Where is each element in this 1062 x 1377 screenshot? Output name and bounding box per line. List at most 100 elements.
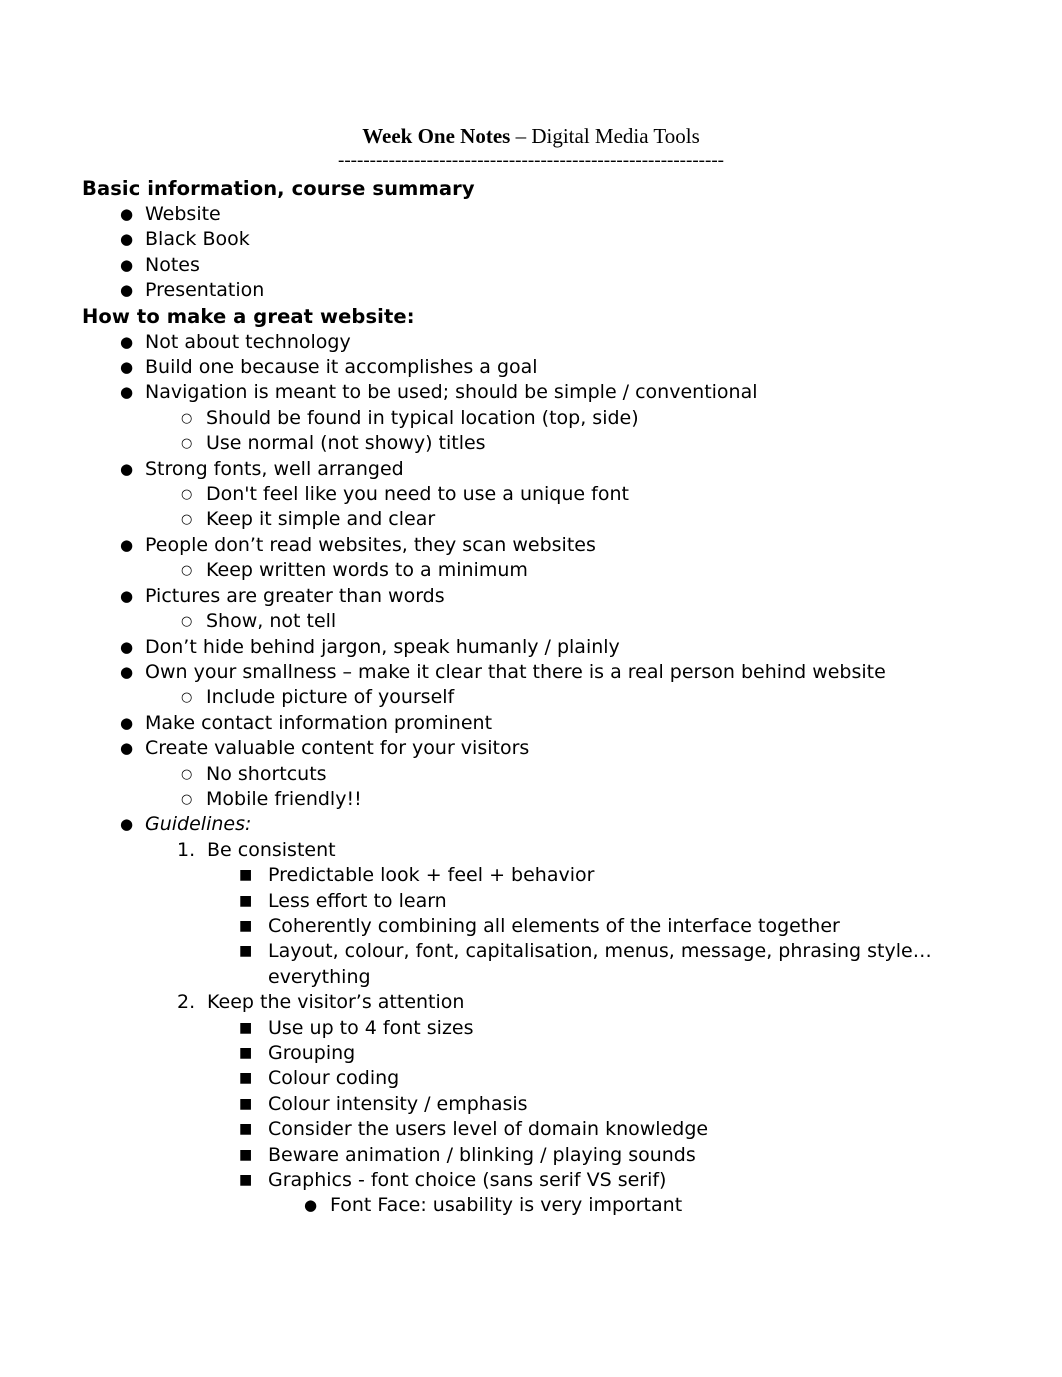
list-bullet-icon: ● bbox=[120, 255, 134, 274]
list-item-label: Keep it simple and clear bbox=[206, 508, 436, 531]
list-item: ■ Colour coding bbox=[82, 1066, 982, 1091]
list-bullet-icon: ■ bbox=[239, 1172, 253, 1189]
list-bullet-icon: ○ bbox=[181, 436, 193, 452]
list-item: 2. Keep the visitor’s attention bbox=[82, 990, 982, 1015]
list-item: ● Presentation bbox=[82, 278, 982, 303]
list-item-label: Own your smallness – make it clear that … bbox=[145, 660, 886, 683]
list-item-label: Predictable look + feel + behavior bbox=[268, 864, 595, 887]
list-item-label: Keep written words to a minimum bbox=[206, 559, 528, 582]
list-bullet-icon: ● bbox=[120, 815, 134, 834]
list-bullet-icon: ○ bbox=[181, 791, 193, 807]
list-bullet-icon: ● bbox=[120, 332, 134, 351]
list-item: ● Not about technology bbox=[82, 330, 982, 355]
list-item-label: Colour coding bbox=[268, 1067, 400, 1090]
list-bullet-icon: ○ bbox=[181, 690, 193, 706]
list-item: ■ Use up to 4 font sizes bbox=[82, 1016, 982, 1041]
section-header: Basic information, course summary bbox=[82, 177, 475, 200]
list-item-label: Less effort to learn bbox=[268, 889, 447, 912]
list-bullet-icon: ○ bbox=[181, 512, 193, 528]
list-bullet-icon: ● bbox=[304, 1196, 318, 1215]
list-item-label: Include picture of yourself bbox=[206, 686, 455, 709]
list-item-label: Black Book bbox=[145, 228, 250, 251]
list-item: ● Pictures are greater than words bbox=[82, 584, 982, 609]
list-bullet-icon: ● bbox=[120, 383, 134, 402]
list-bullet-icon: ○ bbox=[181, 487, 193, 503]
list-item: ■ Predictable look + feel + behavior bbox=[82, 863, 982, 888]
list-item: ■ Consider the users level of domain know… bbox=[82, 1117, 982, 1142]
list-bullet-icon: ● bbox=[120, 713, 134, 732]
list-bullet-icon: ● bbox=[120, 281, 134, 300]
list-item-label: Graphics - font choice (sans serif VS se… bbox=[268, 1169, 667, 1192]
list-item-label: Notes bbox=[145, 253, 200, 276]
list-item-label: Strong fonts, well arranged bbox=[145, 457, 404, 480]
list-item: ○ Show, not tell bbox=[82, 609, 982, 634]
list-item: ○ Keep it simple and clear bbox=[82, 507, 982, 532]
list-bullet-icon: ■ bbox=[239, 943, 253, 960]
list-item: ○ Keep written words to a minimum bbox=[82, 558, 982, 583]
list-bullet-icon: ■ bbox=[239, 1095, 253, 1112]
list-bullet-icon: ■ bbox=[239, 867, 253, 884]
list-item-label: Show, not tell bbox=[206, 610, 337, 633]
list-item-label: Be consistent bbox=[207, 838, 336, 861]
list-item: ○ No shortcuts bbox=[82, 762, 982, 787]
list-item-label: Don't feel like you need to use a unique… bbox=[206, 483, 629, 506]
list-item-label: Use up to 4 font sizes bbox=[268, 1016, 474, 1039]
list-bullet-icon: ● bbox=[120, 358, 134, 377]
list-item-label: Coherently combining all elements of the… bbox=[268, 914, 840, 937]
list-bullet-icon: ○ bbox=[181, 563, 193, 579]
list-item-label: Grouping bbox=[268, 1042, 356, 1064]
list-bullet-icon: ■ bbox=[239, 1121, 253, 1138]
list-bullet-icon: ● bbox=[120, 586, 134, 605]
list-bullet-icon: ■ bbox=[239, 892, 253, 909]
document-page: Week One Notes – Digital Media Tools ---… bbox=[0, 0, 1062, 1377]
list-item: ○ Don't feel like you need to use a uniqu… bbox=[82, 482, 982, 507]
list-item: ● Guidelines: bbox=[82, 812, 982, 837]
list-item-label: Navigation is meant to be used; should b… bbox=[145, 381, 758, 404]
list-bullet-icon: ● bbox=[120, 739, 134, 758]
list-item-label: Colour intensity / emphasis bbox=[268, 1092, 528, 1115]
list-item: ■ Colour intensity / emphasis bbox=[82, 1092, 982, 1117]
list-bullet-icon: ■ bbox=[239, 1045, 253, 1061]
list-item: ● Create valuable content for your visito… bbox=[82, 736, 982, 761]
list-item: ● People don’t read websites, they scan w… bbox=[82, 533, 982, 558]
list-item: ○ Mobile friendly!! bbox=[82, 787, 982, 812]
list-item: ● Navigation is meant to be used; should … bbox=[82, 380, 982, 405]
list-bullet-icon: ■ bbox=[239, 917, 253, 934]
list-item-label: Build one because it accomplishes a goal bbox=[145, 356, 538, 379]
list-item: ● Font Face: usability is very important bbox=[82, 1193, 982, 1218]
section-header: How to make a great website: bbox=[82, 304, 415, 328]
list-item: ● Build one because it accomplishes a goa… bbox=[82, 355, 982, 380]
list-item-label: No shortcuts bbox=[206, 762, 327, 785]
list-item: ● Black Book bbox=[82, 227, 982, 252]
list-item: ● Website bbox=[82, 202, 982, 227]
list-item: ● Strong fonts, well arranged bbox=[82, 457, 982, 482]
list-item: ■ Beware animation / blinking / playing s… bbox=[82, 1143, 982, 1168]
list-item: ● Notes bbox=[82, 253, 982, 278]
list-item-label: Presentation bbox=[145, 279, 265, 302]
list-item: ■ Less effort to learn bbox=[82, 889, 982, 914]
list-item-label: Font Face: usability is very important bbox=[330, 1194, 683, 1217]
list-bullet-icon: 1. bbox=[177, 838, 196, 861]
list-item: ● Make contact information prominent bbox=[82, 711, 982, 736]
list-item-label: Mobile friendly!! bbox=[206, 787, 362, 810]
list-item-label: Keep the visitor’s attention bbox=[207, 991, 465, 1014]
list-item-label: Consider the users level of domain knowl… bbox=[268, 1118, 709, 1141]
list-bullet-icon: ○ bbox=[181, 766, 193, 782]
list-item-label: Use normal (not showy) titles bbox=[206, 432, 486, 455]
list-item-label: Don’t hide behind jargon, speak humanly … bbox=[145, 635, 620, 658]
list-item: ○ Use normal (not showy) titles bbox=[82, 431, 982, 456]
list-item-label: Not about technology bbox=[145, 330, 351, 353]
list-bullet-icon: ● bbox=[120, 205, 134, 223]
list-bullet-icon: ■ bbox=[239, 1070, 253, 1087]
list-item: ○ Should be found in typical location (to… bbox=[82, 406, 982, 431]
list-item: ■ Graphics - font choice (sans serif VS s… bbox=[82, 1168, 982, 1193]
list-item: ■ Coherently combining all elements of th… bbox=[82, 914, 982, 939]
list-item-label: Make contact information prominent bbox=[145, 711, 493, 734]
document-body: Basic information, course summary ● Websit… bbox=[82, 176, 982, 1219]
list-bullet-icon: ■ bbox=[239, 1146, 253, 1163]
list-bullet-icon: ○ bbox=[181, 410, 193, 426]
list-bullet-icon: ● bbox=[120, 459, 134, 478]
list-bullet-icon: ● bbox=[120, 662, 134, 681]
list-bullet-icon: ● bbox=[120, 535, 134, 554]
document-title-subtitle: – Digital Media Tools bbox=[510, 124, 700, 148]
